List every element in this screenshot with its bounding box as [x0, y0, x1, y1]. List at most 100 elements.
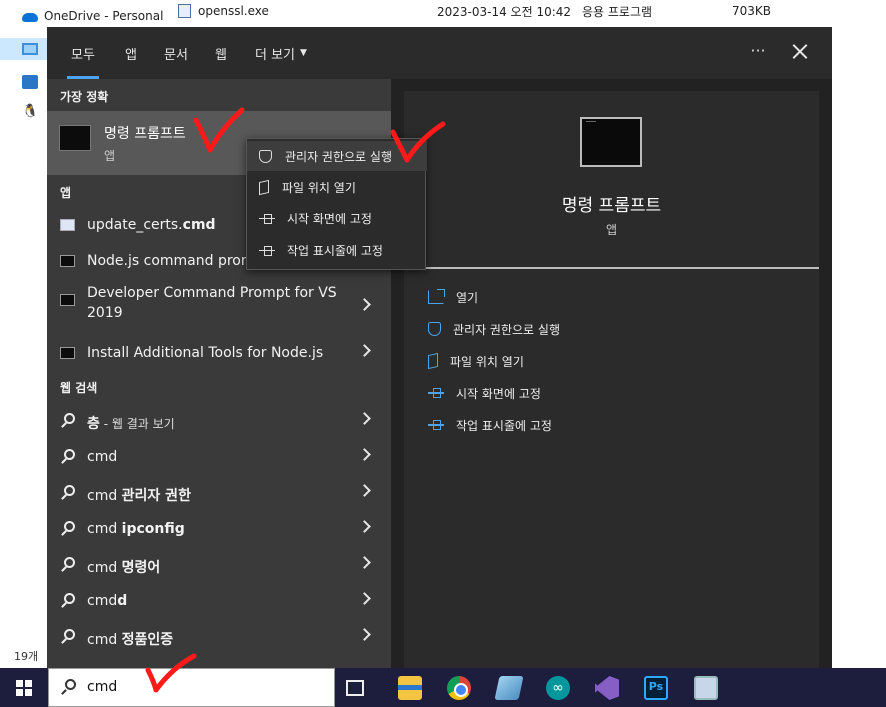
console-icon [60, 347, 75, 359]
this-pc-icon [22, 43, 38, 55]
action-open[interactable]: 열기 [428, 285, 478, 309]
action-label: 열기 [456, 290, 479, 305]
result-text-bold: ipconfig [121, 521, 185, 537]
detail-title: 명령 프롬프트 [561, 196, 662, 216]
context-item-label: 파일 위치 열기 [282, 180, 356, 195]
remote-desktop-icon[interactable] [694, 676, 718, 700]
search-icon [61, 557, 75, 572]
notepad-icon[interactable] [494, 676, 524, 700]
result-text-bold: 명령어 [121, 560, 161, 576]
action-run-as-admin[interactable]: 관리자 권한으로 실행 [428, 317, 560, 341]
web-result-item[interactable]: cmd 관리자 권한 [47, 475, 391, 511]
result-text-bold: cmd [182, 217, 216, 233]
file-modified: 2023-03-14 오전 10:42 [437, 4, 572, 19]
tab-apps[interactable]: 앱 [125, 27, 137, 79]
file-exe-icon [178, 4, 191, 18]
visual-studio-icon[interactable] [595, 676, 619, 700]
shield-icon [259, 149, 272, 163]
section-heading-best-match: 가장 정확 [60, 90, 109, 104]
context-run-as-admin[interactable]: 관리자 권한으로 실행 [247, 141, 427, 171]
folder-icon [259, 179, 269, 195]
context-pin-to-start[interactable]: 시작 화면에 고정 [247, 203, 427, 233]
task-view-icon[interactable] [346, 680, 364, 696]
context-open-file-location[interactable]: 파일 위치 열기 [247, 172, 427, 202]
best-match-subtitle: 앱 [104, 149, 116, 163]
tab-web[interactable]: 웹 [215, 27, 227, 79]
taskbar: cmd [0, 668, 886, 707]
action-pin-to-start[interactable]: 시작 화면에 고정 [428, 381, 541, 405]
console-icon [60, 294, 75, 306]
linux-icon: 🐧 [22, 104, 39, 119]
web-result-item[interactable]: cmd [47, 439, 391, 475]
result-text-bold: 관리자 권한 [121, 488, 191, 504]
tab-label: 모두 [71, 47, 95, 63]
web-result-item[interactable]: cmd ipconfig [47, 511, 391, 547]
status-item-count: 19개 [14, 650, 39, 663]
chevron-right-icon[interactable] [358, 592, 371, 605]
nav-item-onedrive[interactable]: OneDrive - Personal [0, 5, 170, 27]
tab-label: 앱 [125, 47, 137, 63]
web-result-item[interactable]: 층 - 웹 결과 보기 [47, 403, 391, 439]
divider [404, 267, 819, 269]
chevron-right-icon[interactable] [358, 628, 371, 641]
action-label: 시작 화면에 고정 [456, 386, 541, 401]
app-result-item[interactable]: Developer Command Prompt for VS 2019 [47, 281, 391, 333]
result-text: cmd [87, 632, 122, 648]
pin-icon [259, 212, 275, 225]
chevron-right-icon[interactable] [358, 344, 371, 357]
search-icon [61, 521, 75, 536]
action-pin-to-taskbar[interactable]: 작업 표시줄에 고정 [428, 413, 552, 437]
tab-label: 웹 [215, 47, 227, 63]
action-open-file-location[interactable]: 파일 위치 열기 [428, 349, 524, 373]
tab-all[interactable]: 모두 [67, 27, 99, 79]
web-result-item[interactable]: cmd 정품인증 [47, 619, 391, 655]
result-text: Developer Command Prompt for VS 2019 [87, 285, 337, 321]
web-result-item[interactable]: cmdd [47, 583, 391, 619]
search-icon [61, 413, 75, 428]
console-icon [60, 255, 75, 267]
chevron-right-icon[interactable] [358, 448, 371, 461]
file-row[interactable]: openssl.exe 2023-03-14 오전 10:42 응용 프로그램 … [170, 0, 886, 22]
result-text: Node.js command prom [87, 253, 255, 269]
taskbar-search-input[interactable]: cmd [48, 668, 335, 707]
result-text-bold: 층 [87, 416, 100, 432]
search-input-value: cmd [87, 679, 118, 695]
detail-pane: 명령 프롬프트 앱 열기 관리자 권한으로 실행 파일 위치 열기 시작 화면에… [404, 91, 819, 668]
app-result-item[interactable]: Install Additional Tools for Node.js [47, 335, 391, 371]
result-text-bold: 정품인증 [121, 632, 174, 648]
file-explorer-icon[interactable] [398, 676, 422, 700]
result-text: cmd [87, 593, 118, 609]
chrome-icon[interactable] [447, 676, 471, 700]
context-item-label: 작업 표시줄에 고정 [287, 243, 383, 258]
section-heading-apps: 앱 [60, 186, 72, 200]
search-icon [61, 629, 75, 644]
document-icon [60, 219, 75, 231]
close-icon[interactable] [787, 39, 813, 65]
chevron-right-icon[interactable] [358, 412, 371, 425]
search-icon [61, 679, 77, 695]
chevron-right-icon[interactable] [358, 556, 371, 569]
nav-item-label: OneDrive - Personal [44, 9, 164, 23]
context-pin-to-taskbar[interactable]: 작업 표시줄에 고정 [247, 235, 427, 265]
command-prompt-icon [59, 125, 91, 151]
arduino-icon[interactable] [546, 676, 570, 700]
tab-label: 문서 [164, 47, 188, 63]
tab-documents[interactable]: 문서 [164, 27, 188, 79]
pin-icon [428, 418, 444, 432]
command-prompt-icon [580, 117, 642, 167]
chevron-right-icon[interactable] [358, 520, 371, 533]
search-icon [61, 593, 75, 608]
result-text: cmd [87, 488, 122, 504]
result-text: cmd [87, 521, 122, 537]
windows-start-icon[interactable] [16, 680, 32, 696]
web-result-item[interactable]: cmd 명령어 [47, 547, 391, 583]
more-options-button[interactable]: ··· [747, 39, 769, 63]
open-icon [428, 289, 445, 304]
best-match-title: 명령 프롬프트 [104, 126, 186, 142]
chevron-right-icon[interactable] [358, 298, 371, 311]
tab-more[interactable]: 더 보기 ▼ [255, 27, 307, 79]
result-text-bold: d [117, 593, 128, 609]
photoshop-icon[interactable] [644, 676, 668, 700]
chevron-right-icon[interactable] [358, 484, 371, 497]
action-label: 작업 표시줄에 고정 [456, 418, 552, 433]
